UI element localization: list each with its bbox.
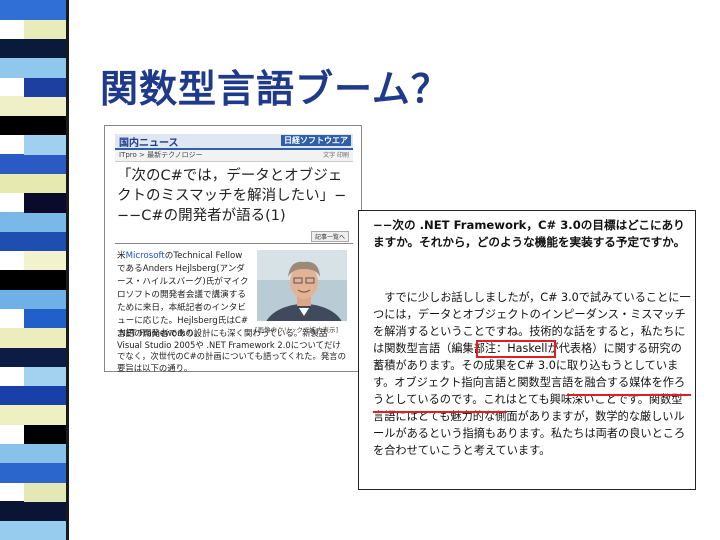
article-body: .NET Frameworkの設計にも深く関わっている。新製品Visual St… (117, 328, 347, 373)
breadcrumb-text: ITpro > 最新テクノロジー (119, 151, 203, 159)
stripe-segment (0, 405, 66, 425)
stripe-segment (0, 443, 66, 464)
stripe-segment (0, 0, 66, 20)
slide-title: 関数型言語ブーム？ (100, 67, 450, 111)
highlight-box (476, 340, 556, 358)
stripe-segment (0, 154, 66, 175)
article-header: 国内ニュース 日経ソフトウエア (115, 134, 353, 150)
stripe-segment (0, 57, 66, 78)
stripe-segment (0, 231, 66, 252)
stripe-divider (66, 0, 69, 540)
text-controls: 文字 印刷 (323, 152, 349, 159)
stripe-segment (24, 366, 66, 387)
stripe-segment (24, 308, 66, 329)
highlight-underline (567, 394, 691, 396)
stripe-segment (24, 135, 66, 155)
company-link: Microsoft (125, 251, 165, 261)
divider (115, 243, 353, 244)
stripe-segment (0, 289, 66, 310)
brand-logo: 日経ソフトウエア (281, 135, 351, 146)
portrait-photo (257, 250, 347, 321)
stripe-segment (0, 520, 66, 540)
related-articles-button: 記事一覧へ (310, 231, 349, 242)
stripe-segment (24, 19, 66, 40)
breadcrumb: ITpro > 最新テクノロジー 文字 印刷 (115, 150, 353, 162)
article-screenshot: 国内ニュース 日経ソフトウエア ITpro > 最新テクノロジー 文字 印刷 「… (104, 125, 362, 373)
stripe-segment (0, 212, 66, 232)
body-prefix: 米 (117, 251, 126, 261)
stripe-segment (24, 250, 66, 271)
decorative-stripe (0, 0, 69, 540)
interview-answer: すでに少しお話ししましたが，C# 3.0で試みていることに一つには，データとオブ… (373, 291, 691, 457)
quote-box: −−次の .NET Framework，C# 3.0の目標はどこにありますか。そ… (358, 210, 696, 490)
section-label: 国内ニュース (119, 138, 179, 149)
body-rest: のTechnical FellowであるAnders Hejlsberg(アンダ… (117, 251, 249, 339)
stripe-segment (0, 38, 66, 59)
interview-question: −−次の .NET Framework，C# 3.0の目標はどこにありますか。そ… (373, 218, 686, 249)
stripe-segment (0, 96, 66, 117)
stripe-segment (0, 270, 66, 290)
stripe-segment (24, 192, 66, 213)
stripe-segment (0, 462, 66, 483)
stripe-segment (24, 424, 66, 445)
stripe-segment (0, 173, 66, 194)
stripe-segment (0, 327, 66, 348)
stripe-segment (24, 77, 66, 97)
stripe-segment (0, 115, 66, 136)
stripe-segment (0, 501, 66, 522)
stripe-segment (0, 347, 66, 367)
stripe-segment (0, 385, 66, 406)
article-headline: 「次のC#では，データとオブジェクトのミスマッチを解消したい」−−−C#の開発者… (117, 168, 347, 224)
stripe-segment (24, 482, 66, 502)
highlight-underline (373, 411, 507, 413)
